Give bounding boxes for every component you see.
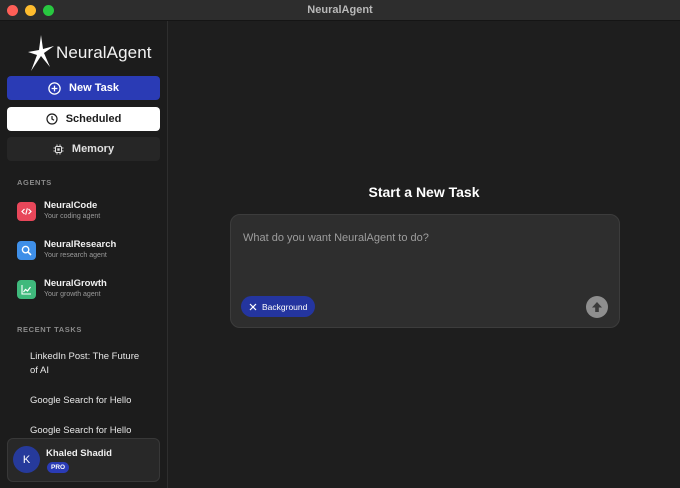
- agent-subtitle: Your coding agent: [44, 213, 101, 220]
- memory-label: Memory: [71, 143, 115, 155]
- memory-button[interactable]: Memory: [7, 137, 160, 161]
- close-window-button[interactable]: [7, 5, 18, 16]
- task-input[interactable]: [243, 232, 603, 244]
- sidebar: NeuralAgent New Task Scheduled Memory AG…: [0, 21, 168, 488]
- window-title: NeuralAgent: [307, 4, 373, 16]
- agent-subtitle: Your research agent: [44, 252, 107, 259]
- agent-text-neuralgrowth: NeuralGrowth Your growth agent: [44, 278, 107, 300]
- arrow-up-icon: [592, 302, 602, 312]
- agent-name: NeuralGrowth: [44, 278, 107, 289]
- page-title: Start a New Task: [368, 184, 480, 200]
- chart-icon: [21, 284, 31, 295]
- agent-name: NeuralCode: [44, 200, 98, 211]
- agent-item-neuralresearch[interactable]: NeuralResearch Your research agent: [17, 235, 157, 265]
- agent-name: NeuralResearch: [44, 239, 117, 250]
- starburst-logo-icon: [28, 35, 54, 71]
- main-panel: Start a New Task Background: [168, 21, 680, 488]
- agent-icon-neuralresearch: [17, 240, 36, 260]
- plus-circle-icon: [48, 81, 61, 95]
- agent-subtitle: Your growth agent: [44, 291, 101, 298]
- minimize-window-button[interactable]: [25, 5, 36, 16]
- app-logo: NeuralAgent: [28, 35, 152, 71]
- logo-text: NeuralAgent: [56, 43, 152, 62]
- recent-task-item[interactable]: Google Search for Hello: [30, 394, 148, 408]
- task-composer: Background: [230, 214, 620, 328]
- agent-text-neuralresearch: NeuralResearch Your research agent: [44, 239, 116, 261]
- send-button[interactable]: [586, 296, 608, 318]
- scheduled-button[interactable]: Scheduled: [7, 107, 160, 131]
- agent-icon-neuralgrowth: [17, 279, 36, 299]
- code-icon: [21, 207, 32, 215]
- title-bar: NeuralAgent: [0, 0, 680, 21]
- background-label: Background: [262, 301, 308, 312]
- recent-task-clip: Google Search for Hello: [0, 424, 167, 437]
- recent-task-item[interactable]: LinkedIn Post: The Future of AI: [30, 350, 148, 378]
- agent-icon-neuralcode: [17, 201, 36, 221]
- window-controls: [7, 5, 54, 16]
- agent-item-neuralcode[interactable]: NeuralCode Your coding agent: [17, 196, 157, 226]
- recent-task-item[interactable]: Google Search for Hello: [30, 424, 148, 437]
- close-icon: [249, 303, 257, 310]
- agent-item-neuralgrowth[interactable]: NeuralGrowth Your growth agent: [17, 274, 157, 304]
- search-icon: [21, 245, 32, 256]
- user-name: Khaled Shadid: [46, 448, 112, 459]
- clock-icon: [46, 113, 58, 125]
- maximize-window-button[interactable]: [43, 5, 54, 16]
- pro-badge: PRO: [47, 462, 70, 473]
- chip-icon: [53, 144, 64, 154]
- new-task-label: New Task: [69, 82, 119, 94]
- recent-tasks-section-label: RECENT TASKS: [17, 325, 82, 334]
- agent-text-neuralcode: NeuralCode Your coding agent: [44, 200, 100, 222]
- background-toggle-button[interactable]: Background: [241, 296, 316, 317]
- avatar: K: [13, 446, 40, 473]
- scheduled-label: Scheduled: [65, 113, 122, 125]
- user-profile-card[interactable]: K Khaled Shadid PRO: [7, 438, 160, 482]
- agents-section-label: AGENTS: [17, 178, 52, 187]
- new-task-button[interactable]: New Task: [7, 76, 160, 100]
